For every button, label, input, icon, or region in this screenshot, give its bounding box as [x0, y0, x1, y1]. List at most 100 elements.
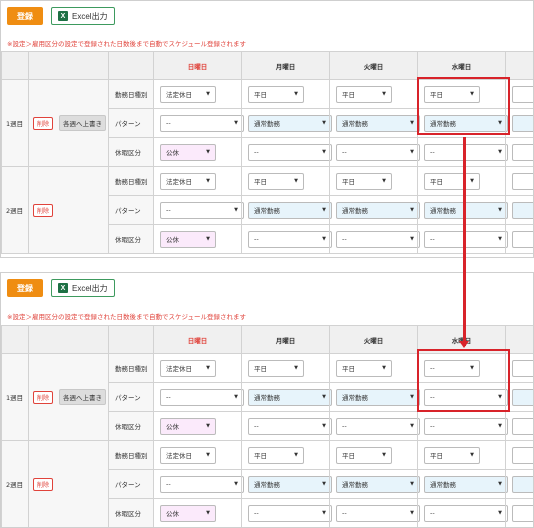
pattern-select-mon[interactable]: 通常勤務 ▼	[248, 388, 332, 406]
day-type-select-tue[interactable]: 平日 ▼	[336, 172, 392, 190]
day-type-select-tue[interactable]: 平日 ▼	[336, 359, 392, 377]
row-label-holiday: 休暇区分	[108, 224, 154, 254]
day-type-select-mon[interactable]: 平日 ▼	[248, 172, 304, 190]
day-type-select-thu[interactable]	[512, 359, 533, 377]
day-type-select-tue[interactable]: 平日 ▼	[336, 85, 392, 103]
header-thursday-partial	[505, 51, 533, 80]
delete-week-button[interactable]: 削除	[33, 477, 54, 491]
chevron-down-icon: ▼	[410, 207, 414, 213]
chevron-down-icon: ▼	[470, 452, 474, 458]
header-tuesday: 火曜日	[329, 51, 418, 80]
pattern-select-thu[interactable]	[512, 388, 533, 406]
day-type-select-sun[interactable]: 法定休日 ▼	[160, 172, 216, 190]
chevron-down-icon: ▼	[498, 481, 502, 487]
pattern-select-mon[interactable]: 通常勤務 ▼	[248, 201, 332, 219]
holiday-select-tue[interactable]: -- ▼	[336, 230, 420, 248]
chevron-down-icon: ▼	[498, 510, 502, 516]
row-label-day-type: 勤務日種別	[108, 353, 154, 383]
holiday-select-mon[interactable]: -- ▼	[248, 417, 332, 435]
holiday-select-tue[interactable]: -- ▼	[336, 417, 420, 435]
register-button[interactable]: 登録	[7, 279, 43, 297]
excel-export-button[interactable]: X Excel出力	[51, 279, 115, 297]
day-type-select-sun[interactable]: 法定休日 ▼	[160, 85, 216, 103]
register-button[interactable]: 登録	[7, 7, 43, 25]
holiday-select-sun[interactable]: 公休 ▼	[160, 417, 216, 435]
week-label: 1週目	[1, 79, 29, 167]
holiday-select-sun[interactable]: 公休 ▼	[160, 143, 216, 161]
holiday-select-tue[interactable]: -- ▼	[336, 143, 420, 161]
row-label-holiday: 休暇区分	[108, 137, 154, 167]
chevron-down-icon: ▼	[294, 365, 298, 371]
pattern-select-tue[interactable]: 通常勤務 ▼	[336, 114, 420, 132]
pattern-select-tue[interactable]: 通常勤務 ▼	[336, 388, 420, 406]
overwrite-weeks-button[interactable]: 各週へ上書き	[59, 389, 107, 405]
pattern-select-sun[interactable]: -- ▼	[160, 114, 244, 132]
pattern-select-tue[interactable]: 通常勤務 ▼	[336, 475, 420, 493]
excel-icon: X	[58, 11, 68, 21]
excel-icon: X	[58, 283, 68, 293]
chevron-down-icon: ▼	[294, 452, 298, 458]
holiday-select-wed[interactable]: -- ▼	[424, 504, 508, 522]
chevron-down-icon: ▼	[206, 149, 210, 155]
header-blank	[1, 51, 29, 80]
chevron-down-icon: ▼	[498, 149, 502, 155]
holiday-select-thu[interactable]	[512, 417, 533, 435]
chevron-down-icon: ▼	[382, 452, 386, 458]
day-type-select-wed[interactable]: 平日 ▼	[424, 446, 480, 464]
pattern-select-thu[interactable]	[512, 114, 533, 132]
holiday-select-wed[interactable]: -- ▼	[424, 230, 508, 248]
day-type-select-thu[interactable]	[512, 172, 533, 190]
day-type-select-tue[interactable]: 平日 ▼	[336, 446, 392, 464]
pattern-select-sun[interactable]: -- ▼	[160, 388, 244, 406]
auto-register-note: ※設定＞雇用区分の設定で登録された日数後まで自動でスケジュール登録されます	[7, 313, 246, 321]
holiday-select-sun[interactable]: 公休 ▼	[160, 504, 216, 522]
pattern-select-sun[interactable]: -- ▼	[160, 475, 244, 493]
holiday-select-thu[interactable]	[512, 504, 533, 522]
delete-week-button[interactable]: 削除	[33, 116, 54, 130]
holiday-select-mon[interactable]: -- ▼	[248, 230, 332, 248]
day-type-select-sun[interactable]: 法定休日 ▼	[160, 359, 216, 377]
day-type-select-thu[interactable]	[512, 85, 533, 103]
chevron-down-icon: ▼	[410, 423, 414, 429]
pattern-select-mon[interactable]: 通常勤務 ▼	[248, 114, 332, 132]
holiday-select-wed[interactable]: -- ▼	[424, 417, 508, 435]
pattern-select-tue[interactable]: 通常勤務 ▼	[336, 201, 420, 219]
row-label-pattern: パターン	[108, 195, 154, 225]
chevron-down-icon: ▼	[206, 91, 210, 97]
day-type-select-mon[interactable]: 平日 ▼	[248, 85, 304, 103]
overwrite-weeks-button[interactable]: 各週へ上書き	[59, 115, 107, 131]
pattern-select-thu[interactable]	[512, 201, 533, 219]
row-label-day-type: 勤務日種別	[108, 166, 154, 196]
delete-week-button[interactable]: 削除	[33, 203, 54, 217]
chevron-down-icon: ▼	[234, 120, 238, 126]
header-wednesday: 水曜日	[417, 51, 506, 80]
pattern-select-mon[interactable]: 通常勤務 ▼	[248, 475, 332, 493]
excel-export-button[interactable]: X Excel出力	[51, 7, 115, 25]
holiday-select-mon[interactable]: -- ▼	[248, 143, 332, 161]
holiday-select-thu[interactable]	[512, 143, 533, 161]
holiday-select-tue[interactable]: -- ▼	[336, 504, 420, 522]
day-type-select-mon[interactable]: 平日 ▼	[248, 446, 304, 464]
chevron-down-icon: ▼	[322, 510, 326, 516]
header-sunday: 日曜日	[153, 51, 242, 80]
day-type-select-sun[interactable]: 法定休日 ▼	[160, 446, 216, 464]
day-type-select-mon[interactable]: 平日 ▼	[248, 359, 304, 377]
row-label-day-type: 勤務日種別	[108, 440, 154, 470]
pattern-select-wed[interactable]: 通常勤務 ▼	[424, 201, 508, 219]
pattern-select-wed[interactable]: 通常勤務 ▼	[424, 475, 508, 493]
holiday-select-mon[interactable]: -- ▼	[248, 504, 332, 522]
holiday-select-thu[interactable]	[512, 230, 533, 248]
day-type-select-wed[interactable]: 平日 ▼	[424, 172, 480, 190]
pattern-select-thu[interactable]	[512, 475, 533, 493]
holiday-select-sun[interactable]: 公休 ▼	[160, 230, 216, 248]
chevron-down-icon: ▼	[322, 394, 326, 400]
day-type-select-thu[interactable]	[512, 446, 533, 464]
header-blank	[108, 51, 154, 80]
chevron-down-icon: ▼	[294, 91, 298, 97]
pattern-select-sun[interactable]: -- ▼	[160, 201, 244, 219]
chevron-down-icon: ▼	[498, 423, 502, 429]
delete-week-button[interactable]: 削除	[33, 390, 54, 404]
holiday-select-wed[interactable]: -- ▼	[424, 143, 508, 161]
chevron-down-icon: ▼	[410, 236, 414, 242]
chevron-down-icon: ▼	[410, 394, 414, 400]
